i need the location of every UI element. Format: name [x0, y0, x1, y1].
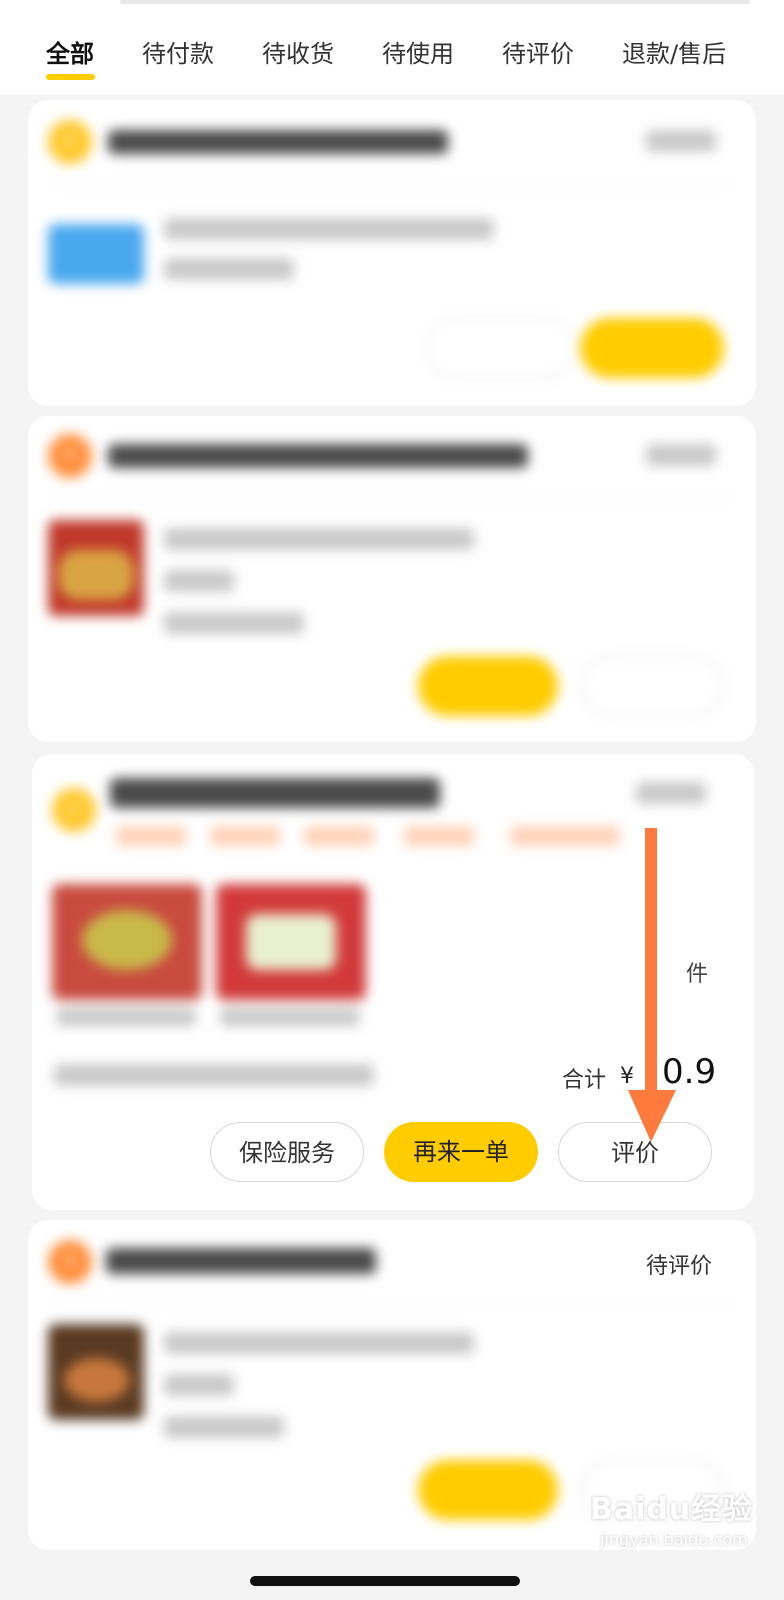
arrow-head — [628, 1090, 676, 1142]
baidu-watermark: Baidu经验 — [590, 1492, 754, 1527]
arrow-shaft — [645, 828, 657, 1108]
annotation-arrow — [628, 828, 676, 1142]
home-indicator — [250, 1576, 520, 1586]
baidu-watermark-domain: jingyan.baidu.com — [600, 1530, 748, 1549]
